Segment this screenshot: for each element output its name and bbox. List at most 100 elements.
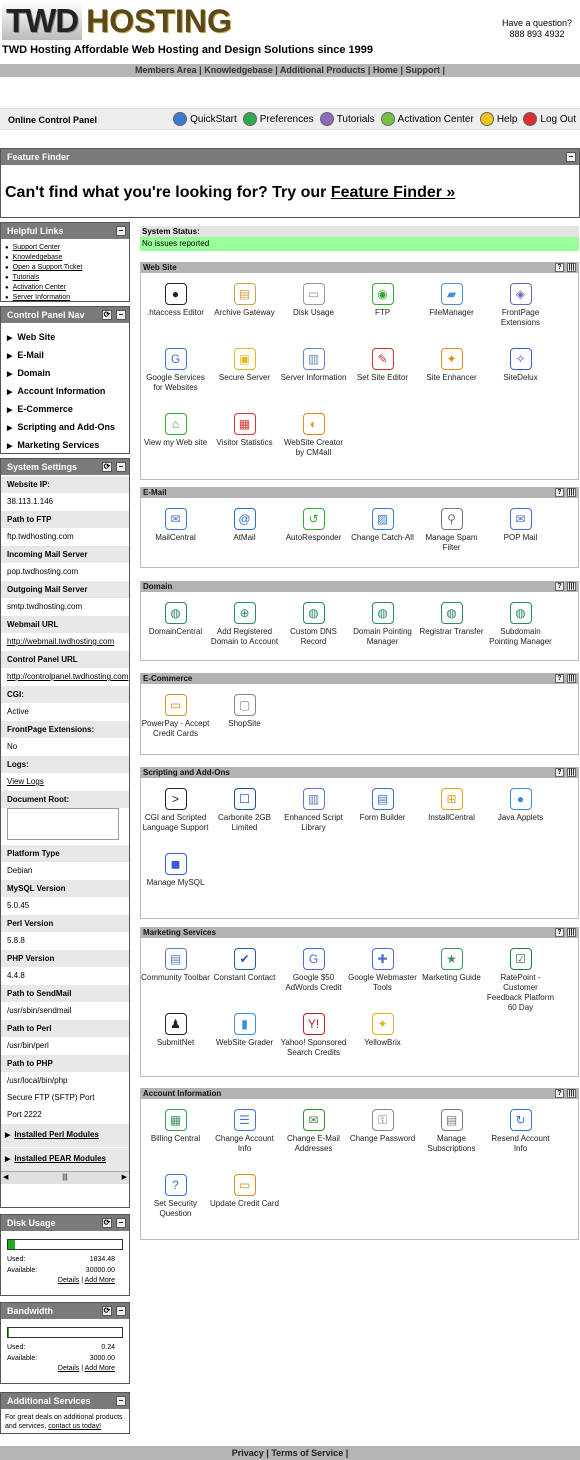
feature-enhanced-script-library[interactable]: ▥ Enhanced Script Library <box>279 782 348 847</box>
feature-update-credit-card[interactable]: ▭ Update Credit Card <box>210 1168 279 1233</box>
feature-frontpage-extensions[interactable]: ◈ FrontPage Extensions <box>486 277 555 342</box>
nav-item-domain[interactable]: Domain <box>7 365 129 383</box>
minimize-icon[interactable]: − <box>116 1218 126 1228</box>
minimize-icon[interactable]: − <box>566 152 576 162</box>
feature-ftp[interactable]: ◉ FTP <box>348 277 417 342</box>
help-icon[interactable]: ? <box>555 928 564 937</box>
helpful-link-activation-center[interactable]: Activation Center <box>13 284 66 291</box>
feature-disk-usage[interactable]: ▭ Disk Usage <box>279 277 348 342</box>
control-link-quickstart[interactable]: QuickStart <box>173 112 237 126</box>
help-icon[interactable]: ? <box>555 263 564 272</box>
refresh-icon[interactable]: ⟳ <box>102 310 112 320</box>
feature-add-registered-domain-to-account[interactable]: ⊕ Add Registered Domain to Account <box>210 596 279 661</box>
feature-server-information[interactable]: ▥ Server Information <box>279 342 348 407</box>
feature-autoresponder[interactable]: ↺ AutoResponder <box>279 502 348 567</box>
feature-registrar-transfer[interactable]: ◍ Registrar Transfer <box>417 596 486 661</box>
bw-details-link[interactable]: Details <box>58 1365 79 1372</box>
nav-item-marketing-services[interactable]: Marketing Services <box>7 437 129 455</box>
help-icon[interactable]: ? <box>555 488 564 497</box>
helpful-link-tutorials[interactable]: Tutorials <box>13 274 40 281</box>
topnav-link-additional-products[interactable]: Additional Products <box>280 65 366 75</box>
feature-manage-mysql[interactable]: ◼ Manage MySQL <box>141 847 210 912</box>
help-icon[interactable]: ? <box>555 768 564 777</box>
pear-modules-toggle[interactable]: Installed PEAR Modules <box>1 1147 129 1171</box>
feature-secure-server[interactable]: ▣ Secure Server <box>210 342 279 407</box>
feature-website-grader[interactable]: ▮ WebSite Grader <box>210 1007 279 1072</box>
feature-htaccess-editor[interactable]: ● .htaccess Editor <box>141 277 210 342</box>
feature-cgi-and-scripted-language-support[interactable]: > CGI and Scripted Language Support <box>141 782 210 847</box>
feature-archive-gateway[interactable]: ▤ Archive Gateway <box>210 277 279 342</box>
feature-finder-link[interactable]: Feature Finder » <box>331 184 455 201</box>
feature-google-webmaster-tools[interactable]: ✚ Google Webmaster Tools <box>348 942 417 1007</box>
control-link-tutorials[interactable]: Tutorials <box>319 112 375 126</box>
setting-link-webmail-url[interactable]: http://webmail.twdhosting.com <box>7 637 114 646</box>
feature-set-site-editor[interactable]: ✎ Set Site Editor <box>348 342 417 407</box>
feature-submitnet[interactable]: ♟ SubmitNet <box>141 1007 210 1072</box>
feature-resend-account-info[interactable]: ↻ Resend Account Info <box>486 1103 555 1168</box>
nav-item-web-site[interactable]: Web Site <box>7 329 129 347</box>
feature-installcentral[interactable]: ⊞ InstallCentral <box>417 782 486 847</box>
scroll-left-icon[interactable]: ◀ <box>3 1172 8 1184</box>
feature-google-services-for-websites[interactable]: G Google Services for Websites <box>141 342 210 407</box>
feature-community-toolbar[interactable]: ▤ Community Toolbar <box>141 942 210 1007</box>
disk-add-more-link[interactable]: Add More <box>85 1277 115 1284</box>
feature-view-my-web-site[interactable]: ⌂ View my Web site <box>141 407 210 472</box>
helpful-link-knowledgebase[interactable]: Knowledgebase <box>13 254 63 261</box>
help-icon[interactable]: ? <box>555 582 564 591</box>
setting-link-logs[interactable]: View Logs <box>7 777 44 786</box>
scroll-right-icon[interactable]: ▶ <box>122 1172 127 1184</box>
control-link-log-out[interactable]: Log Out <box>523 112 576 126</box>
stats-toggle-icon[interactable]: ||| <box>567 488 576 497</box>
feature-shopsite[interactable]: ▢ ShopSite <box>210 688 279 753</box>
feature-carbonite-2gb-limited[interactable]: ☐ Carbonite 2GB Limited <box>210 782 279 847</box>
docroot-field[interactable] <box>7 808 119 840</box>
perl-modules-toggle[interactable]: Installed Perl Modules <box>1 1123 129 1147</box>
stats-toggle-icon[interactable]: ||| <box>567 674 576 683</box>
feature-atmail[interactable]: @ AtMail <box>210 502 279 567</box>
site-logo[interactable]: TWD HOSTING <box>2 2 232 40</box>
feature-set-security-question[interactable]: ? Set Security Question <box>141 1168 210 1233</box>
stats-toggle-icon[interactable]: ||| <box>567 768 576 777</box>
feature-form-builder[interactable]: ▤ Form Builder <box>348 782 417 847</box>
control-link-preferences[interactable]: Preferences <box>242 112 314 126</box>
setting-link-control-panel-url[interactable]: http://controlpanel.twdhosting.com <box>7 672 128 681</box>
stats-toggle-icon[interactable]: ||| <box>567 928 576 937</box>
feature-visitor-statistics[interactable]: ▦ Visitor Statistics <box>210 407 279 472</box>
feature-website-creator-by-cm4all[interactable]: ◐ WebSite Creator by CM4all <box>279 407 348 472</box>
help-icon[interactable]: ? <box>555 674 564 683</box>
feature-change-catch-all[interactable]: ▨ Change Catch-All <box>348 502 417 567</box>
footer-link-terms-of-service[interactable]: Terms of Service <box>271 1448 343 1458</box>
helpful-link-server-information[interactable]: Server Information <box>13 294 71 301</box>
feature-marketing-guide[interactable]: ★ Marketing Guide <box>417 942 486 1007</box>
topnav-link-home[interactable]: Home <box>373 65 398 75</box>
minimize-icon[interactable]: − <box>116 462 126 472</box>
feature-mailcentral[interactable]: ✉ MailCentral <box>141 502 210 567</box>
feature-sitedelux[interactable]: ✧ SiteDelux <box>486 342 555 407</box>
refresh-icon[interactable]: ⟳ <box>102 1306 112 1316</box>
feature-yellowbrix[interactable]: ✦ YellowBrix <box>348 1007 417 1072</box>
minimize-icon[interactable]: − <box>116 310 126 320</box>
feature-filemanager[interactable]: ▰ FileManager <box>417 277 486 342</box>
feature-constant-contact[interactable]: ✔ Constant Contact <box>210 942 279 1007</box>
feature-pop-mail[interactable]: ✉ POP Mail <box>486 502 555 567</box>
feature-billing-central[interactable]: ▦ Billing Central <box>141 1103 210 1168</box>
feature-subdomain-pointing-manager[interactable]: ◍ Subdomain Pointing Manager <box>486 596 555 661</box>
feature-change-password[interactable]: ⚿ Change Password <box>348 1103 417 1168</box>
minimize-icon[interactable]: − <box>116 1396 126 1406</box>
feature-site-enhancer[interactable]: ✦ Site Enhancer <box>417 342 486 407</box>
nav-item-account-information[interactable]: Account Information <box>7 383 129 401</box>
feature-manage-subscriptions[interactable]: ▤ Manage Subscriptions <box>417 1103 486 1168</box>
nav-item-e-commerce[interactable]: E-Commerce <box>7 401 129 419</box>
feature-change-e-mail-addresses[interactable]: ✉ Change E-Mail Addresses <box>279 1103 348 1168</box>
feature-custom-dns-record[interactable]: ◍ Custom DNS Record <box>279 596 348 661</box>
control-link-activation-center[interactable]: Activation Center <box>380 112 474 126</box>
refresh-icon[interactable]: ⟳ <box>102 462 112 472</box>
bw-add-more-link[interactable]: Add More <box>85 1365 115 1372</box>
helpful-link-open-a-support-ticket[interactable]: Open a Support Ticket <box>13 264 83 271</box>
feature-change-account-info[interactable]: ☰ Change Account Info <box>210 1103 279 1168</box>
minimize-icon[interactable]: − <box>116 1306 126 1316</box>
refresh-icon[interactable]: ⟳ <box>102 1218 112 1228</box>
feature-ratepoint-customer-feedback-platform-60-day[interactable]: ☑ RatePoint - Customer Feedback Platform … <box>486 942 555 1012</box>
feature-google-50-adwords-credit[interactable]: G Google $50 AdWords Credit <box>279 942 348 1007</box>
horizontal-scrollbar[interactable]: ◀ ||| ▶ <box>1 1171 129 1184</box>
